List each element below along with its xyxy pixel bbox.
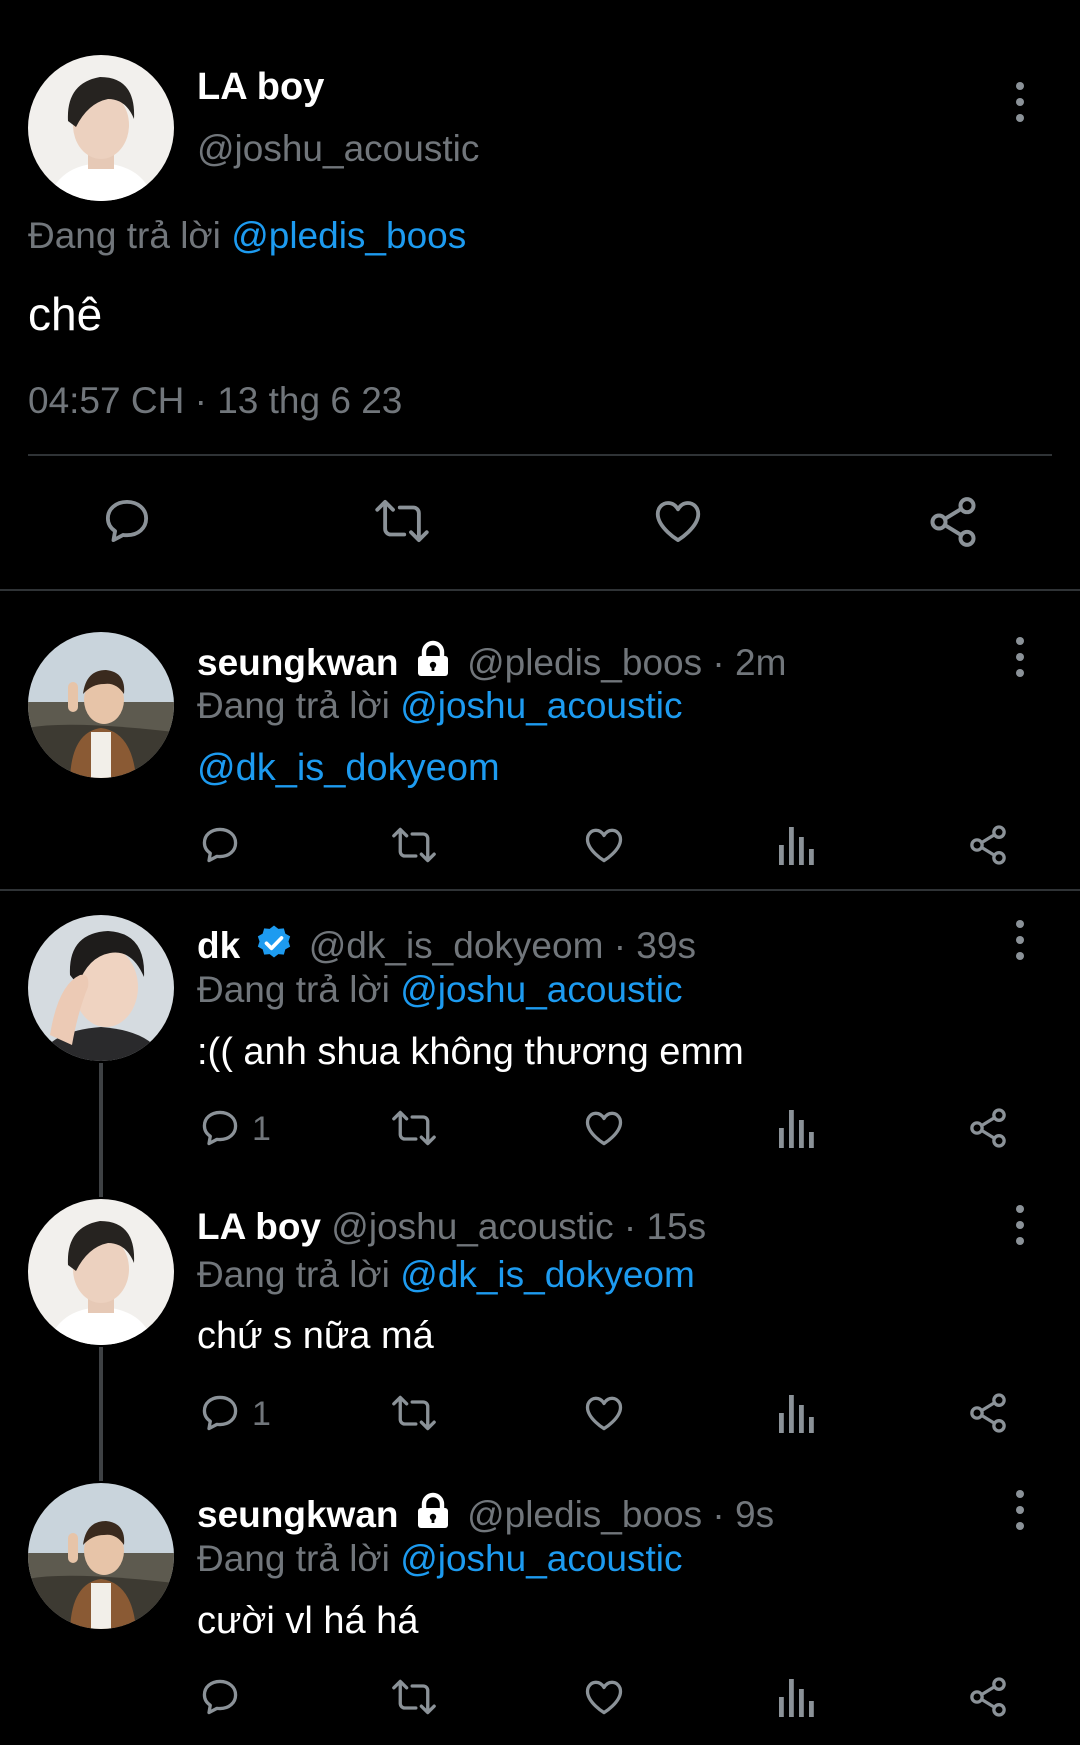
reply-context: Đang trả lời @pledis_boos <box>28 215 466 257</box>
like-icon[interactable] <box>582 1391 626 1435</box>
tweet-text: :(( anh shua không thương emm <box>197 1031 744 1073</box>
share-icon[interactable] <box>966 1391 1010 1435</box>
reply-icon[interactable] <box>198 1106 242 1150</box>
author-name[interactable]: LA boy <box>197 1206 321 1247</box>
tweet-header: seungkwan @pledis_boos · 9s <box>197 1492 774 1536</box>
reply-icon[interactable] <box>198 823 242 867</box>
author-handle[interactable]: @dk_is_dokyeom <box>309 925 604 966</box>
more-options-icon[interactable] <box>1000 627 1040 687</box>
share-icon[interactable] <box>966 1675 1010 1719</box>
like-icon[interactable] <box>650 494 706 548</box>
reply-to-link[interactable]: @joshu_acoustic <box>400 969 682 1010</box>
like-icon[interactable] <box>582 1675 626 1719</box>
analytics-icon[interactable] <box>777 1675 817 1719</box>
avatar[interactable] <box>28 1199 174 1345</box>
retweet-icon[interactable] <box>388 1106 440 1150</box>
retweet-icon[interactable] <box>388 1391 440 1435</box>
lock-icon <box>417 640 448 676</box>
author-name[interactable]: seungkwan <box>197 642 399 683</box>
tweet-time[interactable]: · 15s <box>624 1206 706 1247</box>
tweet-text: cười vl há há <box>197 1600 419 1642</box>
tweet-text: chứ s nữa má <box>197 1315 434 1357</box>
tweet-text[interactable]: @dk_is_dokyeom <box>197 747 500 790</box>
reply-icon[interactable] <box>100 494 154 548</box>
more-options-icon[interactable] <box>1000 1195 1040 1255</box>
verified-icon <box>258 925 291 958</box>
reply-to-link[interactable]: @dk_is_dokyeom <box>400 1254 695 1295</box>
reply-prefix: Đang trả lời <box>197 1538 390 1579</box>
tweet-time[interactable]: · 39s <box>614 925 696 966</box>
lock-icon <box>417 1492 448 1528</box>
reply-to-link[interactable]: @joshu_acoustic <box>400 1538 682 1579</box>
tweet-text: chê <box>28 288 103 340</box>
avatar[interactable] <box>28 1483 174 1629</box>
share-icon[interactable] <box>966 1106 1010 1150</box>
avatar[interactable] <box>28 915 174 1061</box>
author-handle[interactable]: @pledis_boos <box>467 642 702 683</box>
analytics-icon[interactable] <box>777 1391 817 1435</box>
reply-prefix: Đang trả lời <box>28 215 221 256</box>
avatar[interactable] <box>28 632 174 778</box>
reply-count: 1 <box>252 1395 271 1433</box>
analytics-icon[interactable] <box>777 823 817 867</box>
thread-line <box>99 1347 103 1481</box>
retweet-icon[interactable] <box>388 823 440 867</box>
section-divider <box>0 589 1080 591</box>
tweet-header: LA boy @joshu_acoustic · 15s <box>197 1206 706 1248</box>
reply-to-link[interactable]: @joshu_acoustic <box>400 685 682 726</box>
retweet-icon[interactable] <box>370 494 434 548</box>
like-icon[interactable] <box>582 1106 626 1150</box>
reply-context: Đang trả lời @joshu_acoustic <box>197 1538 683 1580</box>
tweet-header: seungkwan @pledis_boos · 2m <box>197 640 786 684</box>
divider <box>28 454 1052 456</box>
retweet-icon[interactable] <box>388 1675 440 1719</box>
reply-icon[interactable] <box>198 1675 242 1719</box>
reply-context: Đang trả lời @joshu_acoustic <box>197 969 683 1011</box>
tweet-timestamp[interactable]: 04:57 CH · 13 thg 6 23 <box>28 380 402 422</box>
more-options-icon[interactable] <box>1000 910 1040 970</box>
share-icon[interactable] <box>925 494 981 550</box>
section-divider <box>0 889 1080 891</box>
reply-context: Đang trả lời @joshu_acoustic <box>197 685 683 727</box>
author-name[interactable]: dk <box>197 925 240 966</box>
reply-count: 1 <box>252 1110 271 1148</box>
author-name[interactable]: LA boy <box>197 66 324 109</box>
reply-prefix: Đang trả lời <box>197 1254 390 1295</box>
author-handle[interactable]: @joshu_acoustic <box>197 128 479 170</box>
tweet-time[interactable]: · 2m <box>712 642 786 683</box>
reply-icon[interactable] <box>198 1391 242 1435</box>
more-options-icon[interactable] <box>1000 72 1040 132</box>
like-icon[interactable] <box>582 823 626 867</box>
tweet-time[interactable]: · 9s <box>712 1494 774 1535</box>
reply-prefix: Đang trả lời <box>197 685 390 726</box>
avatar[interactable] <box>28 55 174 201</box>
share-icon[interactable] <box>966 823 1010 867</box>
reply-prefix: Đang trả lời <box>197 969 390 1010</box>
reply-to-link[interactable]: @pledis_boos <box>231 215 466 256</box>
more-options-icon[interactable] <box>1000 1480 1040 1540</box>
reply-context: Đang trả lời @dk_is_dokyeom <box>197 1254 695 1296</box>
author-handle[interactable]: @joshu_acoustic <box>331 1206 613 1247</box>
tweet-header: dk @dk_is_dokyeom · 39s <box>197 923 696 967</box>
thread-line <box>99 1063 103 1197</box>
author-handle[interactable]: @pledis_boos <box>467 1494 702 1535</box>
author-name[interactable]: seungkwan <box>197 1494 399 1535</box>
analytics-icon[interactable] <box>777 1106 817 1150</box>
